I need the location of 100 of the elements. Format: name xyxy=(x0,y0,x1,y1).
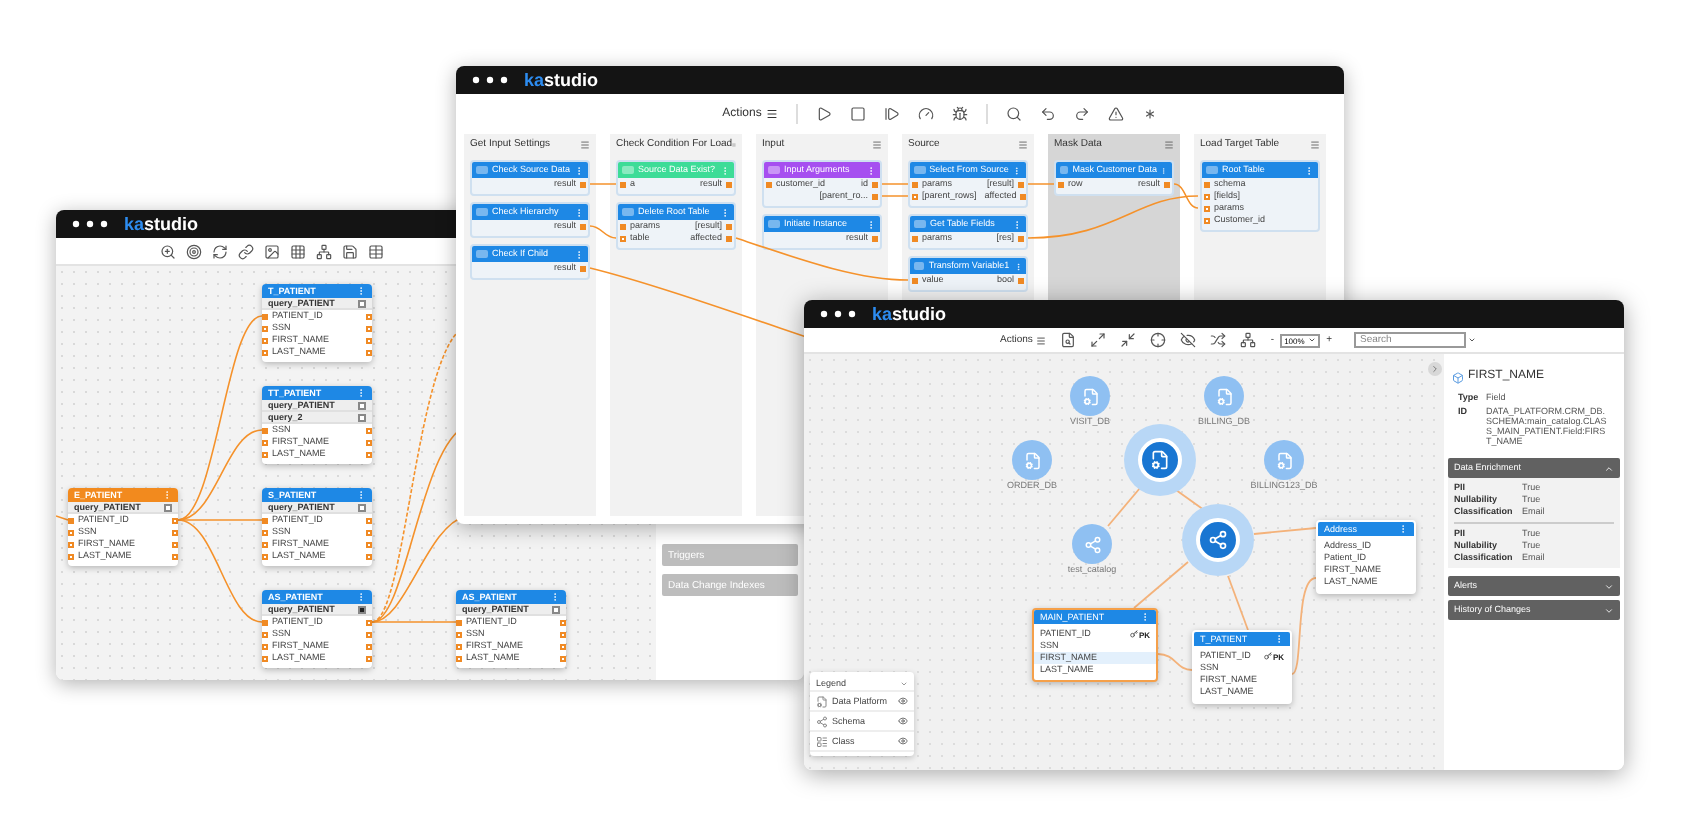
collapse-icon[interactable] xyxy=(1120,332,1137,348)
checkbox[interactable] xyxy=(552,605,560,613)
port-icon xyxy=(726,181,732,187)
node-type-icon xyxy=(622,208,634,216)
platform-node[interactable] xyxy=(1204,376,1244,416)
bug-icon[interactable] xyxy=(951,106,968,122)
redo-icon[interactable] xyxy=(1073,106,1090,122)
link-icon[interactable] xyxy=(238,243,254,259)
shuffle-icon[interactable] xyxy=(1210,332,1227,348)
key-icon xyxy=(1264,652,1273,660)
connector-line xyxy=(881,195,909,197)
network-icon[interactable] xyxy=(316,243,332,259)
connector-line xyxy=(1157,653,1193,671)
crosshair-icon[interactable] xyxy=(1150,332,1167,348)
play-icon[interactable] xyxy=(815,106,832,122)
eye-icon[interactable] xyxy=(898,716,908,726)
document-gear-icon xyxy=(1215,387,1233,405)
zoom-in-icon[interactable] xyxy=(160,243,176,259)
port-icon xyxy=(912,235,918,241)
expand-icon[interactable] xyxy=(1090,332,1107,348)
menu-icon[interactable] xyxy=(1018,139,1028,149)
node-type-icon xyxy=(476,166,488,174)
connector-line xyxy=(589,183,617,185)
step-icon[interactable] xyxy=(883,106,900,122)
warning-icon[interactable] xyxy=(1107,106,1124,122)
node-type-icon xyxy=(914,220,926,228)
window-dots-icon xyxy=(820,310,856,318)
eye-icon[interactable] xyxy=(898,696,908,706)
document-gear-icon xyxy=(816,695,828,707)
connector-line xyxy=(589,225,617,239)
asterisk-icon[interactable] xyxy=(1141,106,1158,122)
search-icon[interactable] xyxy=(1005,106,1022,122)
port-icon xyxy=(620,181,626,187)
connector-line xyxy=(56,515,69,521)
platform-node[interactable] xyxy=(1012,440,1052,480)
port-icon xyxy=(1058,181,1064,187)
checkbox[interactable] xyxy=(358,503,366,511)
port-icon xyxy=(1018,235,1024,241)
share-icon xyxy=(816,715,828,727)
window-dots-icon xyxy=(72,220,108,228)
checkbox[interactable] xyxy=(164,503,172,511)
network-icon[interactable] xyxy=(1240,332,1257,348)
node-type-icon xyxy=(622,166,634,174)
node-type-icon xyxy=(1206,166,1218,174)
schema-node[interactable] xyxy=(1072,524,1112,564)
panel-toggle-button[interactable] xyxy=(1428,362,1442,376)
target-icon[interactable] xyxy=(186,243,202,259)
node-type-icon xyxy=(476,250,488,258)
logo: kastudio xyxy=(524,70,599,90)
connector-line xyxy=(1227,575,1249,631)
port-icon xyxy=(766,181,772,187)
share-icon xyxy=(1083,535,1101,553)
connector-line xyxy=(1253,527,1317,535)
platform-node[interactable] xyxy=(1264,440,1304,480)
port-icon xyxy=(1018,277,1024,283)
menu-icon[interactable] xyxy=(580,139,590,149)
logo: kastudio xyxy=(872,304,947,324)
connector-line xyxy=(1027,183,1055,185)
port-icon xyxy=(580,223,586,229)
node-type-icon xyxy=(914,262,925,270)
platform-node[interactable] xyxy=(1070,376,1110,416)
connector-line xyxy=(1107,487,1141,527)
eye-icon[interactable] xyxy=(898,736,908,746)
hub-node[interactable] xyxy=(1182,504,1254,576)
port-icon xyxy=(872,235,878,241)
share-icon xyxy=(1208,530,1228,550)
save-icon[interactable] xyxy=(342,243,358,259)
checkbox[interactable] xyxy=(358,605,366,613)
image-icon[interactable] xyxy=(264,243,280,259)
refresh-icon[interactable] xyxy=(212,243,228,259)
port-icon xyxy=(580,265,586,271)
field-icon xyxy=(1452,371,1464,383)
chevron-right-icon xyxy=(1430,364,1440,374)
gauge-icon[interactable] xyxy=(917,106,934,122)
hub-node[interactable] xyxy=(1124,424,1196,496)
port-icon xyxy=(912,277,918,283)
undo-icon[interactable] xyxy=(1039,106,1056,122)
document-gear-icon xyxy=(1023,451,1041,469)
window-dots-icon xyxy=(472,76,508,84)
node-type-icon xyxy=(1060,166,1069,174)
file-search-icon[interactable] xyxy=(1060,332,1077,348)
chevron-down-icon xyxy=(1604,581,1614,591)
menu-icon xyxy=(1036,335,1047,345)
table-icon[interactable] xyxy=(368,243,384,259)
menu-icon xyxy=(765,108,778,120)
menu-icon[interactable] xyxy=(872,139,882,149)
eye-off-icon[interactable] xyxy=(1180,332,1197,348)
document-gear-icon xyxy=(1275,451,1293,469)
checkbox[interactable] xyxy=(358,401,366,409)
grid-icon[interactable] xyxy=(290,243,306,259)
checkbox[interactable] xyxy=(358,413,366,421)
port-icon xyxy=(1164,181,1170,187)
node-type-icon xyxy=(476,208,488,216)
checkbox[interactable] xyxy=(358,299,366,307)
chevron-up-icon xyxy=(1604,463,1614,473)
stop-icon[interactable] xyxy=(849,106,866,122)
node-type-icon xyxy=(914,166,926,174)
menu-icon[interactable] xyxy=(1310,139,1320,149)
connector-line xyxy=(1175,489,1205,511)
list-icon xyxy=(816,735,828,747)
